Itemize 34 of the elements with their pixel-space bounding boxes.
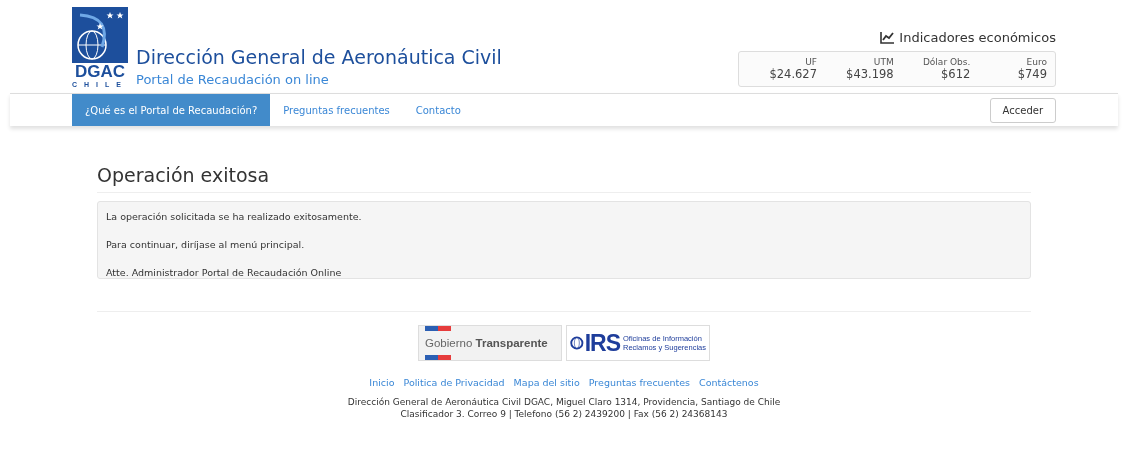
flag-stripe-icon	[425, 355, 451, 360]
line-chart-icon	[880, 31, 896, 44]
message-text: Atte. Administrador Portal de Recaudación Online	[106, 266, 343, 280]
gobierno-transparente-banner[interactable]: Gobierno Transparente	[418, 325, 562, 361]
oirs-acronym: IRS	[584, 329, 621, 357]
site-subtitle: Portal de Recaudación on line	[136, 72, 330, 87]
indicator-label: Dólar Obs.	[922, 57, 971, 67]
footer-link[interactable]: Mapa del sitio	[513, 377, 580, 388]
message-text: Para continuar, diríjase al menú principal.	[106, 238, 306, 252]
banner-text: Gobierno Transparente	[425, 337, 549, 349]
nav-tab[interactable]: Preguntas frecuentes	[270, 94, 403, 126]
site-title: Dirección General de Aeronáutica Civil	[136, 46, 502, 68]
indicators-title: Indicadores económicos	[899, 30, 1056, 45]
nav-tab[interactable]: ¿Qué es el Portal de Recaudación?	[72, 94, 271, 126]
globe-emblem-icon	[72, 7, 128, 63]
footer-address: Clasificador 3. Correo 9 | Telefono (56 2) 2439200 | Fax (56 2) 24368143	[399, 408, 729, 420]
footer-link[interactable]: Preguntas frecuentes	[588, 377, 691, 388]
flag-stripe-icon	[425, 326, 451, 331]
indicator-value: $24.627	[769, 67, 817, 81]
nav-tab[interactable]: Contacto	[402, 94, 474, 126]
footer-link[interactable]: Inicio	[369, 377, 395, 388]
footer-link[interactable]: Contáctenos	[699, 377, 759, 388]
message-text: La operación solicitada se ha realizado exitosamente.	[106, 210, 363, 224]
footer-address: Dirección General de Aeronáutica Civil DGAC, Miguel Claro 1314, Providencia, Santiago de Chile	[346, 396, 782, 408]
indicator-label: Euro	[1026, 57, 1047, 67]
login-button[interactable]: Acceder	[989, 97, 1056, 123]
indicator-label: UTM	[873, 57, 894, 67]
indicator-label: UF	[805, 57, 817, 67]
indicator-value: $749	[1017, 67, 1047, 81]
indicator-value: $612	[941, 67, 971, 81]
footer-link[interactable]: Politica de Privacidad	[403, 377, 505, 388]
page-title: Operación exitosa	[97, 164, 1031, 193]
logo-acronym: DGAC	[74, 63, 126, 81]
indicator-value: $43.198	[846, 67, 894, 81]
